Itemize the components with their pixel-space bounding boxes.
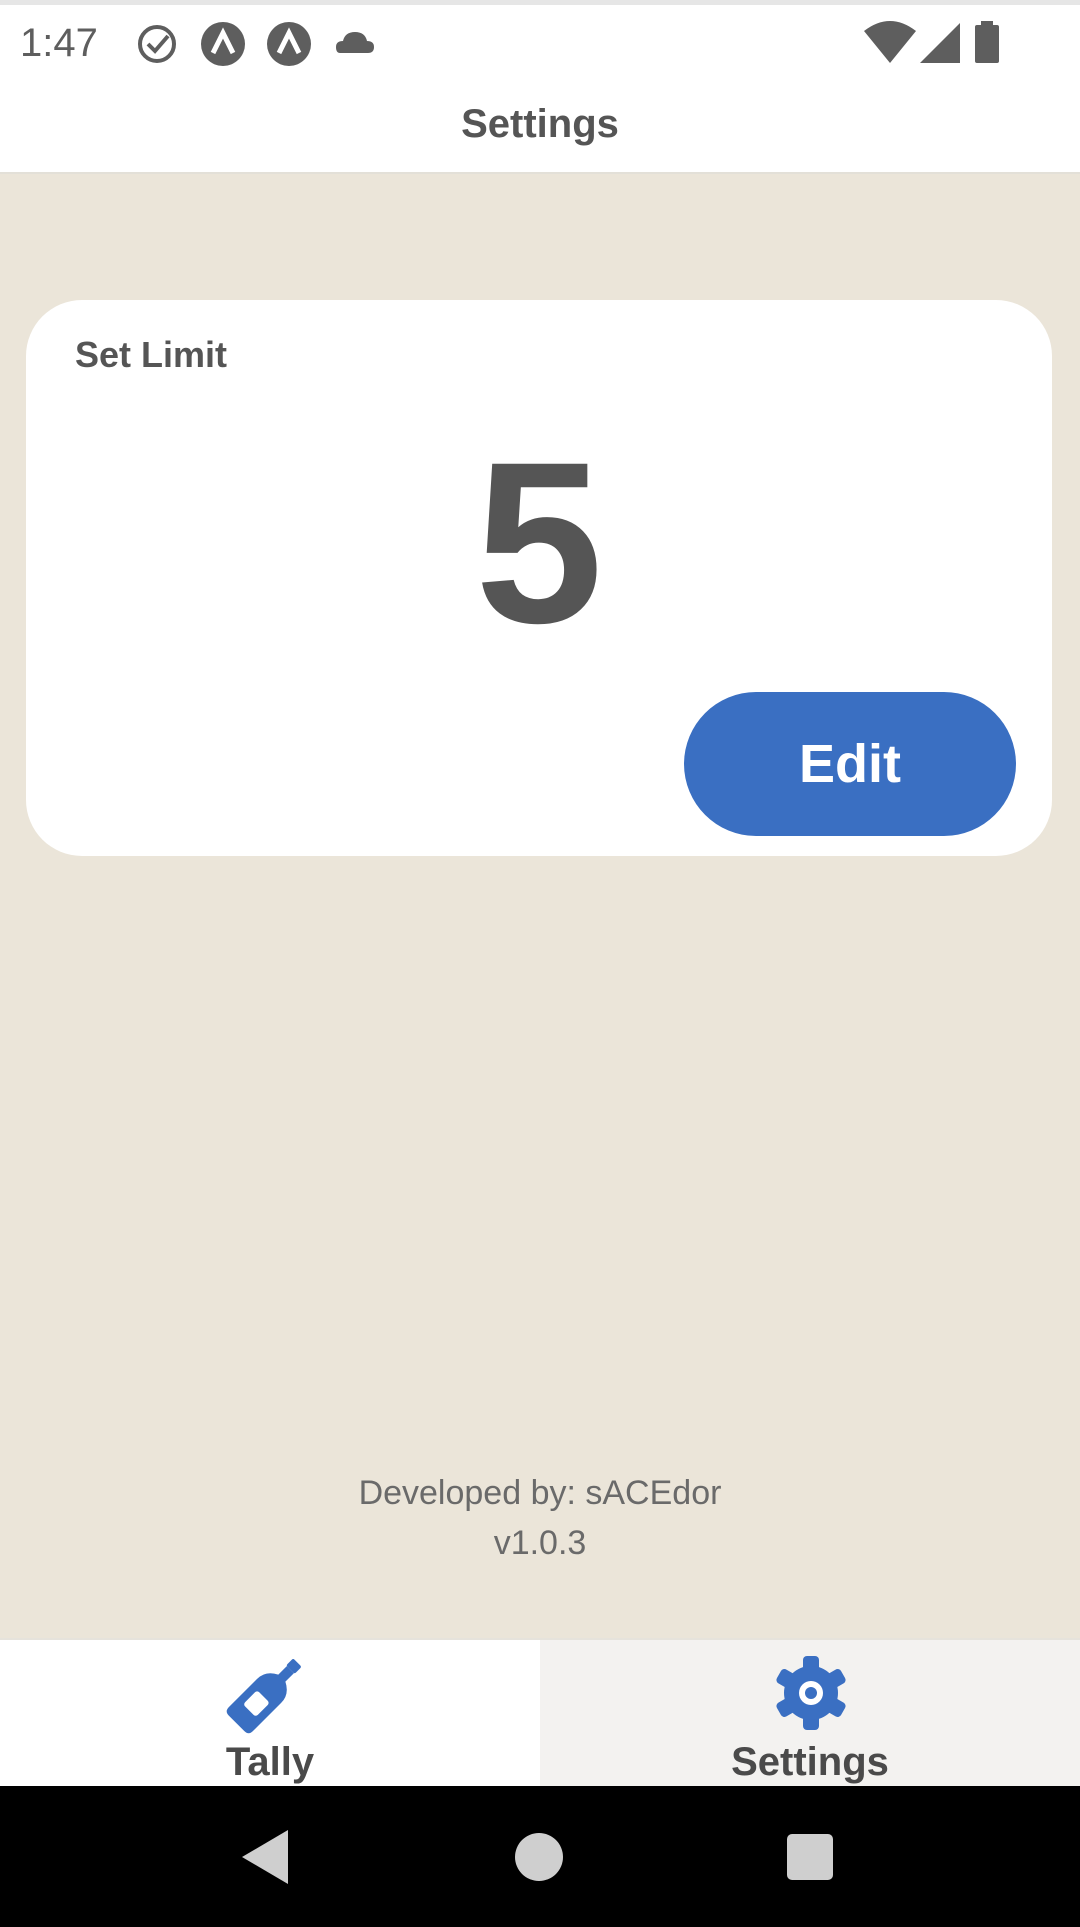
app-header: Settings bbox=[0, 80, 1080, 174]
bottom-nav: Tally Settings bbox=[0, 1638, 1080, 1788]
edit-button[interactable]: Edit bbox=[684, 692, 1016, 836]
app-a-icon bbox=[201, 22, 245, 66]
back-icon[interactable] bbox=[230, 1822, 300, 1892]
tab-settings-label: Settings bbox=[731, 1740, 889, 1784]
gear-icon bbox=[776, 1656, 846, 1730]
limit-value: 5 bbox=[475, 414, 603, 671]
battery-icon bbox=[975, 21, 999, 63]
status-bar: 1:47 bbox=[0, 0, 1080, 80]
tab-tally-label: Tally bbox=[225, 1740, 315, 1784]
recents-icon[interactable] bbox=[775, 1822, 845, 1892]
app-a-icon bbox=[267, 22, 311, 66]
tab-tally[interactable]: Tally bbox=[0, 1640, 540, 1788]
signal-icon bbox=[920, 23, 960, 63]
limit-card: Set Limit 5 Edit bbox=[26, 300, 1052, 856]
bottle-icon bbox=[226, 1659, 301, 1734]
wifi-icon bbox=[864, 21, 916, 63]
developer-credit: Developed by: sACEdor bbox=[358, 1474, 722, 1512]
app-version: v1.0.3 bbox=[493, 1524, 587, 1562]
limit-card-label: Set Limit bbox=[75, 334, 228, 375]
home-icon[interactable] bbox=[504, 1822, 574, 1892]
cloud-icon bbox=[336, 32, 374, 53]
tab-settings[interactable]: Settings bbox=[540, 1640, 1080, 1788]
system-nav-bar bbox=[0, 1786, 1080, 1927]
page-title: Settings bbox=[461, 102, 619, 146]
check-circle-icon bbox=[138, 25, 176, 63]
status-time: 1:47 bbox=[20, 21, 98, 65]
